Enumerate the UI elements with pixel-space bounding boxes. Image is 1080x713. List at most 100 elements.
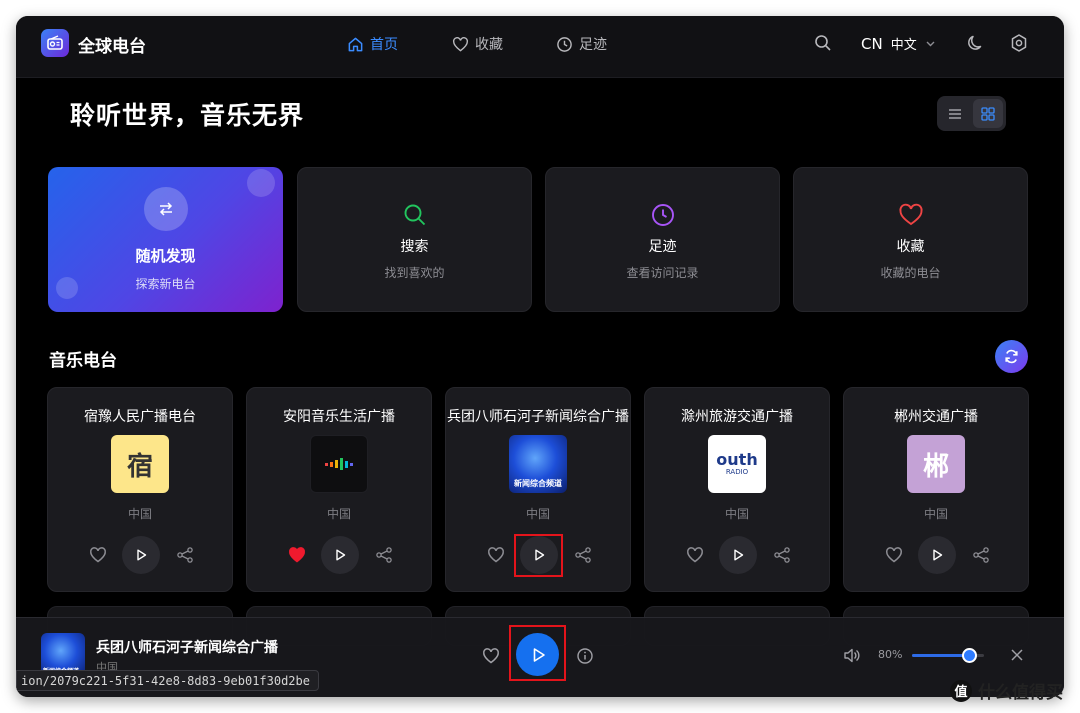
music-bars-logo	[325, 458, 353, 470]
play-icon	[336, 549, 346, 561]
refresh-icon	[1005, 349, 1018, 364]
language-selector[interactable]: CN 中文	[861, 34, 936, 53]
search-card[interactable]: 搜索 找到喜欢的	[297, 167, 532, 312]
list-icon	[949, 108, 961, 119]
highlight-box	[509, 625, 566, 681]
play-icon	[137, 549, 147, 561]
station-name: 郴州交通广播	[894, 409, 978, 425]
share-icon[interactable]	[375, 546, 393, 564]
station-name: 安阳音乐生活广播	[283, 409, 395, 425]
view-toggle	[937, 96, 1006, 131]
refresh-button[interactable]	[995, 340, 1028, 373]
close-icon[interactable]	[1009, 647, 1025, 663]
decor-circle	[56, 277, 78, 299]
favorite-heart-icon[interactable]	[885, 546, 903, 564]
heart-icon	[452, 36, 469, 52]
play-button[interactable]	[321, 536, 359, 574]
station-name: 兵团八师石河子新闻综合广播	[447, 409, 629, 425]
station-logo: 宿	[111, 435, 169, 493]
share-icon[interactable]	[176, 546, 194, 564]
clock-icon	[651, 204, 674, 226]
station-logo	[310, 435, 368, 493]
watermark: 值 什么值得买	[950, 678, 1063, 703]
page-headline: 聆听世界，音乐无界	[70, 101, 305, 130]
nav-favorites-label: 收藏	[475, 37, 503, 53]
top-bar: 全球电台 首页 收藏 足迹 CN 中文	[16, 16, 1064, 78]
app-window: 全球电台 首页 收藏 足迹 CN 中文 聆听世界，音乐无界 随机发现 探索新电台…	[16, 16, 1064, 697]
nav-history[interactable]: 足迹	[556, 34, 607, 54]
play-icon	[734, 549, 744, 561]
station-card[interactable]: 安阳音乐生活广播 中国	[246, 387, 432, 592]
clock-icon	[557, 36, 572, 52]
settings-gear-icon[interactable]	[1009, 33, 1029, 53]
favorite-heart-icon[interactable]	[482, 647, 500, 665]
volume-percent: 80%	[878, 648, 903, 661]
grid-icon	[981, 106, 995, 121]
volume-icon[interactable]	[842, 646, 861, 665]
quick-card-title: 搜索	[400, 239, 429, 255]
station-logo: 郴	[907, 435, 965, 493]
station-name: 宿豫人民广播电台	[84, 409, 196, 425]
shuffle-icon	[159, 202, 172, 216]
station-logo: outh RADIO	[708, 435, 766, 493]
favorite-heart-icon[interactable]	[487, 546, 505, 564]
station-country: 中国	[724, 507, 749, 521]
quick-card-subtitle: 探索新电台	[135, 277, 196, 291]
volume-slider-knob[interactable]	[962, 648, 978, 663]
station-logo-text: 新闻综合频道	[514, 479, 562, 488]
play-button[interactable]	[122, 536, 160, 574]
search-icon	[404, 204, 425, 226]
share-icon[interactable]	[773, 546, 791, 564]
quick-card-subtitle: 找到喜欢的	[384, 266, 445, 280]
station-logo-text: outh	[716, 449, 758, 469]
station-country: 中国	[127, 507, 152, 521]
section-title: 音乐电台	[49, 351, 117, 371]
favorites-card[interactable]: 收藏 收藏的电台	[793, 167, 1028, 312]
favorite-heart-icon[interactable]	[686, 546, 704, 564]
station-name: 滁州旅游交通广播	[681, 409, 793, 425]
volume-slider[interactable]	[912, 648, 984, 663]
station-country: 中国	[525, 507, 550, 521]
dark-mode-moon-icon[interactable]	[966, 33, 986, 53]
play-button[interactable]	[918, 536, 956, 574]
volume-slider-fill	[912, 654, 970, 657]
nav-history-label: 足迹	[579, 37, 607, 53]
quick-card-title: 随机发现	[135, 247, 196, 265]
player-station-name: 兵团八师石河子新闻综合广播	[96, 640, 278, 656]
shuffle-icon-wrap	[143, 187, 188, 231]
quick-card-title: 足迹	[648, 239, 677, 255]
favorite-heart-icon[interactable]	[288, 546, 306, 564]
play-button[interactable]	[719, 536, 757, 574]
decor-circle	[247, 169, 275, 197]
random-discover-card[interactable]: 随机发现 探索新电台	[48, 167, 283, 312]
station-logo-subtext: RADIO	[725, 467, 749, 476]
share-icon[interactable]	[972, 546, 990, 564]
play-icon	[933, 549, 943, 561]
station-country: 中国	[923, 507, 948, 521]
language-code: CN	[861, 34, 883, 53]
language-name: 中文	[890, 38, 917, 53]
station-card[interactable]: 宿豫人民广播电台 宿 中国	[47, 387, 233, 592]
share-icon[interactable]	[574, 546, 592, 564]
station-card[interactable]: 兵团八师石河子新闻综合广播 新闻综合频道 中国	[445, 387, 631, 592]
history-card[interactable]: 足迹 查看访问记录	[545, 167, 780, 312]
station-logo-text: 宿	[126, 451, 153, 482]
nav-home-label: 首页	[370, 37, 398, 53]
nav-home[interactable]: 首页	[347, 34, 398, 54]
station-logo-text: 郴	[922, 451, 949, 482]
radio-logo-icon[interactable]	[41, 29, 69, 57]
station-country: 中国	[326, 507, 351, 521]
watermark-badge: 值	[950, 679, 972, 702]
list-view-button[interactable]	[940, 99, 970, 128]
search-icon[interactable]	[813, 33, 833, 53]
station-card[interactable]: 滁州旅游交通广播 outh RADIO 中国	[644, 387, 830, 592]
station-card[interactable]: 郴州交通广播 郴 中国	[843, 387, 1029, 592]
grid-view-button[interactable]	[973, 99, 1003, 128]
favorite-heart-icon[interactable]	[89, 546, 107, 564]
info-icon[interactable]	[576, 647, 594, 665]
heart-icon	[899, 203, 922, 226]
nav-favorites[interactable]: 收藏	[452, 34, 503, 54]
quick-card-subtitle: 收藏的电台	[880, 266, 941, 280]
highlight-box	[514, 534, 563, 577]
quick-card-subtitle: 查看访问记录	[626, 266, 699, 280]
